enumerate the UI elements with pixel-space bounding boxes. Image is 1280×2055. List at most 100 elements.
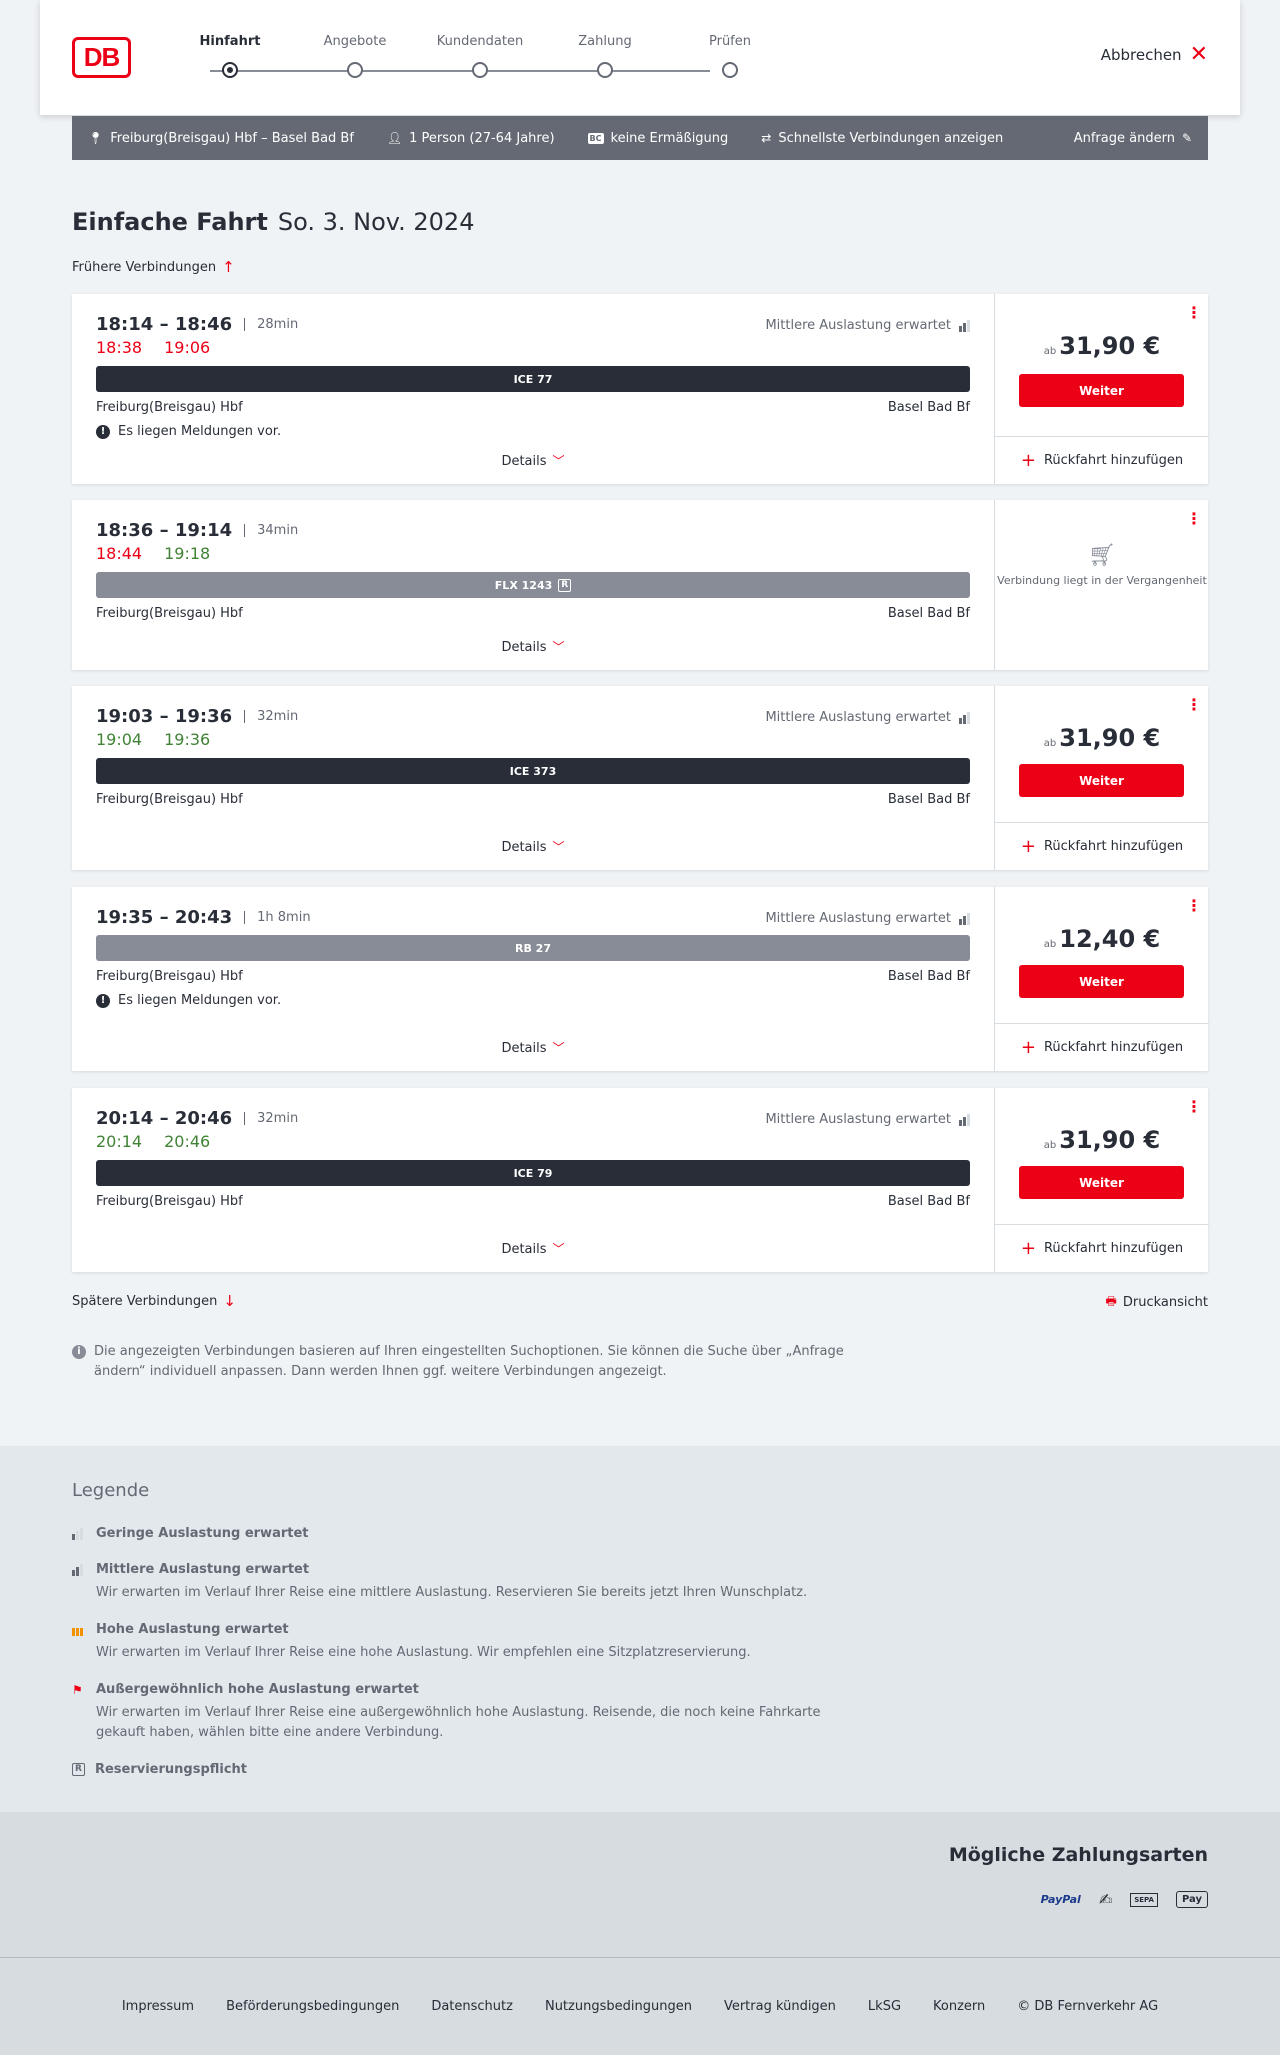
step-kundendaten[interactable]: Kundendaten xyxy=(430,34,530,78)
legend-item-low: Geringe Auslastung erwartet xyxy=(72,1526,872,1541)
occupancy-indicator: Mittlere Auslastung erwartet xyxy=(765,318,970,333)
summary-discount[interactable]: BC keine Ermäßigung xyxy=(587,130,729,146)
step-dot-active xyxy=(222,62,238,78)
passengers-text: 1 Person (27-64 Jahre) xyxy=(409,130,555,146)
footer-link-impressum[interactable]: Impressum xyxy=(122,1999,194,2014)
plus-icon: + xyxy=(1020,835,1036,857)
footer-link-lksg[interactable]: LkSG xyxy=(868,1999,901,2014)
legend-head: Mittlere Auslastung erwartet xyxy=(72,1562,872,1577)
details-label: Details xyxy=(501,1242,547,1257)
occupancy-text: Mittlere Auslastung erwartet xyxy=(765,318,951,333)
legend-item-medium: Mittlere Auslastung erwartet Wir erwarte… xyxy=(72,1562,872,1603)
legend-label: Außergewöhnlich hohe Auslastung erwartet xyxy=(96,1682,419,1697)
train-name: ICE 77 xyxy=(513,372,553,386)
print-label: Druckansicht xyxy=(1122,1295,1208,1310)
connection-card[interactable]: 20:14 – 20:46 32min 20:14 20:46 Mittlere… xyxy=(72,1088,1209,1272)
cancel-button[interactable]: Abbrechen ✕ xyxy=(1101,44,1208,66)
occupancy-text: Mittlere Auslastung erwartet xyxy=(765,710,951,725)
add-return-button[interactable]: + Rückfahrt hinzufügen xyxy=(995,1023,1209,1071)
chevron-down-icon: ﹀ xyxy=(552,1041,565,1055)
add-return-button[interactable]: + Rückfahrt hinzufügen xyxy=(995,436,1209,484)
train-bar[interactable]: RB 27 xyxy=(96,935,970,961)
destination-station: Basel Bad Bf xyxy=(887,969,970,984)
trip-date: So. 3. Nov. 2024 xyxy=(277,208,475,236)
step-label: Kundendaten xyxy=(436,34,524,49)
discount-text: keine Ermäßigung xyxy=(610,130,729,146)
occupancy-indicator: Mittlere Auslastung erwartet xyxy=(765,911,970,926)
more-options-icon[interactable]: ⋮ xyxy=(1186,697,1202,713)
footer-link-nutzungsbedingungen[interactable]: Nutzungsbedingungen xyxy=(545,1999,692,2014)
legend-head: Geringe Auslastung erwartet xyxy=(72,1526,872,1541)
details-toggle[interactable]: Details ﹀ xyxy=(72,838,994,855)
fastest-text: Schnellste Verbindungen anzeigen xyxy=(778,130,1004,146)
past-text: Verbindung liegt in der Vergangenheit xyxy=(997,574,1207,587)
summary-route[interactable]: 📍︎ Freiburg(Breisgau) Hbf – Basel Bad Bf xyxy=(88,131,354,146)
details-toggle[interactable]: Details ﹀ xyxy=(72,1039,994,1056)
price: ab 31,90 € xyxy=(995,332,1209,360)
price-prefix: ab xyxy=(1043,346,1057,357)
summary-passengers[interactable]: 👤︎ 1 Person (27-64 Jahre) xyxy=(387,131,555,146)
train-bar[interactable]: FLX 1243 R xyxy=(96,572,970,598)
details-toggle[interactable]: Details ﹀ xyxy=(72,1240,994,1257)
add-return-label: Rückfahrt hinzufügen xyxy=(1043,839,1184,854)
footer-link-datenschutz[interactable]: Datenschutz xyxy=(431,1999,513,2014)
step-pruefen[interactable]: Prüfen xyxy=(680,34,780,78)
train-name: RB 27 xyxy=(515,941,551,955)
notice-text: Es liegen Meldungen vor. xyxy=(118,993,282,1008)
connection-card[interactable]: 18:14 – 18:46 28min 18:38 19:06 Mittlere… xyxy=(72,294,1209,484)
more-options-icon[interactable]: ⋮ xyxy=(1186,1099,1202,1115)
cart-unavailable-icon: 🛒︎ xyxy=(1088,543,1116,568)
price-value: 31,90 € xyxy=(1059,1126,1161,1154)
step-label: Hinfahrt xyxy=(199,34,261,49)
printer-icon: 🖶 xyxy=(1105,1294,1117,1308)
train-bar[interactable]: ICE 77 xyxy=(96,366,970,392)
continue-button[interactable]: Weiter xyxy=(1019,1166,1184,1199)
step-angebote[interactable]: Angebote xyxy=(305,34,405,78)
step-dot xyxy=(347,62,363,78)
step-hinfahrt[interactable]: Hinfahrt xyxy=(180,34,280,78)
info-text: Die angezeigten Verbindungen basieren au… xyxy=(94,1344,844,1379)
reservation-required-icon: R xyxy=(558,578,572,592)
later-connections-link[interactable]: Spätere Verbindungen ↓ xyxy=(72,1292,236,1310)
add-return-button[interactable]: + Rückfahrt hinzufügen xyxy=(995,1224,1209,1272)
details-label: Details xyxy=(501,1041,547,1056)
add-return-button[interactable]: + Rückfahrt hinzufügen xyxy=(995,822,1209,870)
summary-fastest[interactable]: ⇄ Schnellste Verbindungen anzeigen xyxy=(761,131,1003,146)
more-options-icon[interactable]: ⋮ xyxy=(1186,511,1202,527)
change-request-button[interactable]: Anfrage ändern ✎ xyxy=(1074,131,1192,146)
occupancy-medium-icon xyxy=(959,319,970,332)
earlier-connections-link[interactable]: Frühere Verbindungen ↑ xyxy=(72,258,235,276)
step-label: Prüfen xyxy=(708,34,751,49)
details-toggle[interactable]: Details ﹀ xyxy=(72,638,994,655)
footer-link-copyright[interactable]: © DB Fernverkehr AG xyxy=(1017,1999,1158,2014)
realtime-times: 20:14 20:46 xyxy=(96,1132,210,1151)
apple-pay-icon: Pay xyxy=(1175,1891,1208,1908)
more-options-icon[interactable]: ⋮ xyxy=(1186,898,1202,914)
connection-main: 19:03 – 19:36 32min 19:04 19:36 Mittlere… xyxy=(72,686,994,870)
legend-section: Legende Geringe Auslastung erwartet Mitt… xyxy=(0,1446,1280,1812)
train-name: FLX 1243 xyxy=(494,578,553,592)
connection-card[interactable]: 19:03 – 19:36 32min 19:04 19:36 Mittlere… xyxy=(72,686,1209,870)
print-view-link[interactable]: 🖶 Druckansicht xyxy=(1106,1292,1208,1313)
more-options-icon[interactable]: ⋮ xyxy=(1186,305,1202,321)
stations: Freiburg(Breisgau) Hbf Basel Bad Bf xyxy=(96,792,970,807)
details-toggle[interactable]: Details ﹀ xyxy=(72,452,994,469)
connection-card[interactable]: 19:35 – 20:43 1h 8min Mittlere Auslastun… xyxy=(72,887,1209,1071)
destination-station: Basel Bad Bf xyxy=(887,606,970,621)
db-logo[interactable]: DB xyxy=(72,37,131,78)
connection-card[interactable]: 18:36 – 19:14 34min 18:44 19:18 FLX 1243… xyxy=(72,500,1208,670)
footer-link-konzern[interactable]: Konzern xyxy=(933,1999,985,2014)
train-bar[interactable]: ICE 373 xyxy=(96,758,970,784)
continue-button[interactable]: Weiter xyxy=(1019,764,1184,797)
duration: 32min xyxy=(244,1112,298,1125)
booking-stepper: Hinfahrt Angebote Kundendaten Zahlung Pr… xyxy=(180,34,770,84)
legend-head: R Reservierungspflicht xyxy=(72,1762,872,1777)
footer-link-befoerderungsbedingungen[interactable]: Beförderungsbedingungen xyxy=(226,1999,399,2014)
footer-link-vertrag-kuendigen[interactable]: Vertrag kündigen xyxy=(724,1999,836,2014)
continue-button[interactable]: Weiter xyxy=(1019,374,1184,407)
occupancy-medium-icon xyxy=(959,711,970,724)
step-zahlung[interactable]: Zahlung xyxy=(555,34,655,78)
occupancy-medium-icon xyxy=(72,1563,86,1576)
train-bar[interactable]: ICE 79 xyxy=(96,1160,970,1186)
continue-button[interactable]: Weiter xyxy=(1019,965,1184,998)
